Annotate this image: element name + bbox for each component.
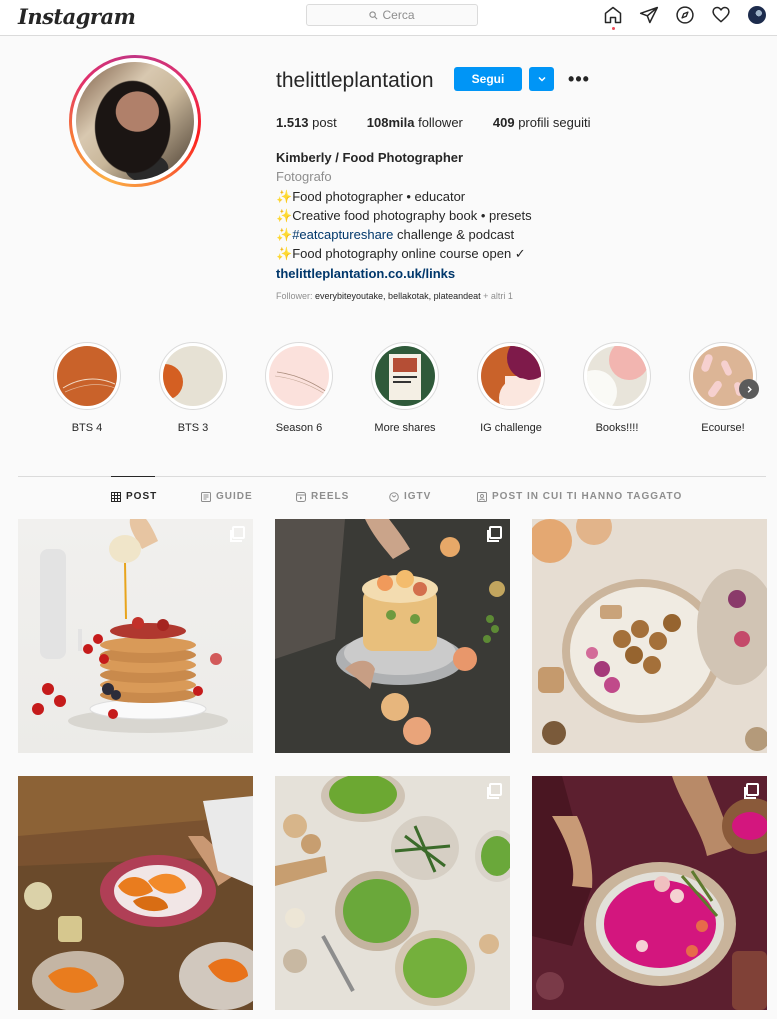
highlight-more-shares[interactable]: More shares: [370, 342, 440, 434]
highlight-label: BTS 3: [177, 422, 209, 434]
nav-icons: [603, 5, 767, 30]
post-image: [532, 519, 767, 753]
profile-stats: 1.513 post 108mila follower 409 profili …: [276, 115, 620, 130]
post-thumbnail[interactable]: [18, 776, 253, 1010]
home-icon[interactable]: [603, 5, 623, 30]
bio-line: ✨Food photography online course open ✓: [276, 246, 526, 262]
posts-count: 1.513 post: [276, 115, 337, 130]
post-thumbnail[interactable]: [275, 519, 510, 753]
highlight-cover: [57, 346, 117, 406]
bio-line: ✨Creative food photography book • preset…: [276, 207, 532, 223]
chevron-right-icon: [747, 385, 752, 393]
highlight-bts-4[interactable]: BTS 4: [52, 342, 122, 434]
post-thumbnail[interactable]: [532, 519, 767, 753]
sparkle-emoji-icon: ✨: [276, 227, 293, 243]
notification-dot: [612, 27, 615, 30]
highlight-cover: [587, 346, 647, 406]
chevron-down-icon: [537, 76, 546, 82]
highlight-label: More shares: [374, 422, 436, 434]
story-highlights: BTS 4 BTS 3 Season 6 More shares IG chal…: [52, 342, 762, 442]
tab-label: GUIDE: [216, 491, 253, 502]
follow-button[interactable]: Segui: [454, 67, 522, 91]
highlight-label: IG challenge: [480, 422, 542, 434]
profile-bio: Kimberly / Food Photographer Fotografo ✨…: [276, 148, 576, 283]
highlight-season-6[interactable]: Season 6: [264, 342, 334, 434]
highlight-cover: [163, 346, 223, 406]
search-input[interactable]: Cerca: [306, 4, 478, 26]
tab-tagged[interactable]: POST IN CUI TI HANNO TAGGATO: [477, 491, 682, 502]
following-count[interactable]: 409 profili seguiti: [493, 115, 591, 130]
followers-count[interactable]: 108mila follower: [367, 115, 463, 130]
post-image: [18, 776, 253, 1010]
highlight-cover: [481, 346, 541, 406]
tab-label: POST: [126, 491, 158, 502]
tab-label: POST IN CUI TI HANNO TAGGATO: [492, 491, 683, 502]
sparkle-emoji-icon: ✨: [276, 246, 293, 262]
grid-icon: [111, 491, 121, 502]
tab-igtv[interactable]: IGTV: [389, 491, 431, 502]
multiple-images-icon: [230, 526, 245, 542]
profile-display-name: Kimberly / Food Photographer: [276, 150, 464, 165]
multiple-images-icon: [487, 783, 502, 799]
tab-guides[interactable]: GUIDE: [201, 491, 253, 502]
highlight-cover: [375, 346, 435, 406]
tab-label: IGTV: [404, 491, 432, 502]
tab-reels[interactable]: REELS: [296, 491, 349, 502]
profile-username: thelittleplantation: [276, 69, 434, 92]
suggested-accounts-button[interactable]: [529, 67, 554, 91]
sparkle-emoji-icon: ✨: [276, 207, 293, 223]
igtv-icon: [389, 491, 399, 502]
reels-icon: [296, 491, 306, 502]
direct-message-icon[interactable]: [639, 5, 659, 25]
top-navigation-bar: Instagram Cerca: [0, 0, 777, 36]
post-thumbnail[interactable]: [18, 519, 253, 753]
highlight-label: Season 6: [275, 422, 323, 434]
tab-label: REELS: [311, 491, 350, 502]
highlight-cover: [269, 346, 329, 406]
bio-line: ✨Food photographer • educator: [276, 188, 466, 204]
profile-avatar[interactable]: [747, 5, 767, 25]
multiple-images-icon: [487, 526, 502, 542]
guide-icon: [201, 491, 211, 502]
avatar: [748, 6, 766, 24]
highlight-ig-challenge[interactable]: IG challenge: [476, 342, 546, 434]
activity-heart-icon[interactable]: [711, 5, 731, 25]
post-image: [532, 776, 767, 1010]
profile-category: Fotografo: [276, 169, 332, 185]
highlight-bts-3[interactable]: BTS 3: [158, 342, 228, 434]
active-tab-indicator: [111, 476, 155, 477]
explore-icon[interactable]: [675, 5, 695, 25]
post-image: [32, 519, 228, 733]
highlight-label: Books!!!!: [595, 422, 639, 434]
followed-by[interactable]: Follower: everybiteyoutake, bellakotak, …: [276, 291, 513, 301]
highlights-next-button[interactable]: [739, 379, 759, 399]
post-image: [275, 776, 510, 1010]
sparkle-emoji-icon: ✨: [276, 188, 293, 204]
tagged-icon: [477, 491, 487, 502]
multiple-images-icon: [744, 783, 759, 799]
post-thumbnail[interactable]: [532, 776, 767, 1010]
search-icon: [369, 10, 378, 19]
more-options-icon[interactable]: •••: [568, 69, 590, 89]
tab-posts[interactable]: POST: [111, 491, 157, 502]
highlight-label: BTS 4: [71, 422, 103, 434]
highlight-books[interactable]: Books!!!!: [582, 342, 652, 434]
profile-picture-story-ring[interactable]: [69, 55, 201, 187]
post-thumbnail[interactable]: [275, 776, 510, 1010]
bio-line: ✨#eatcaptureshare challenge & podcast: [276, 227, 515, 243]
search-placeholder: Cerca: [382, 8, 415, 22]
profile-picture: [76, 62, 194, 180]
highlight-label: Ecourse!: [701, 422, 745, 434]
profile-website-link[interactable]: thelittleplantation.co.uk/links: [276, 264, 576, 283]
profile-tabs: POST GUIDE REELS IGTV POST IN CUI TI HAN…: [0, 491, 777, 507]
hashtag-link[interactable]: #eatcaptureshare: [292, 227, 393, 242]
instagram-logo[interactable]: Instagram: [18, 4, 136, 29]
post-image: [275, 519, 510, 753]
